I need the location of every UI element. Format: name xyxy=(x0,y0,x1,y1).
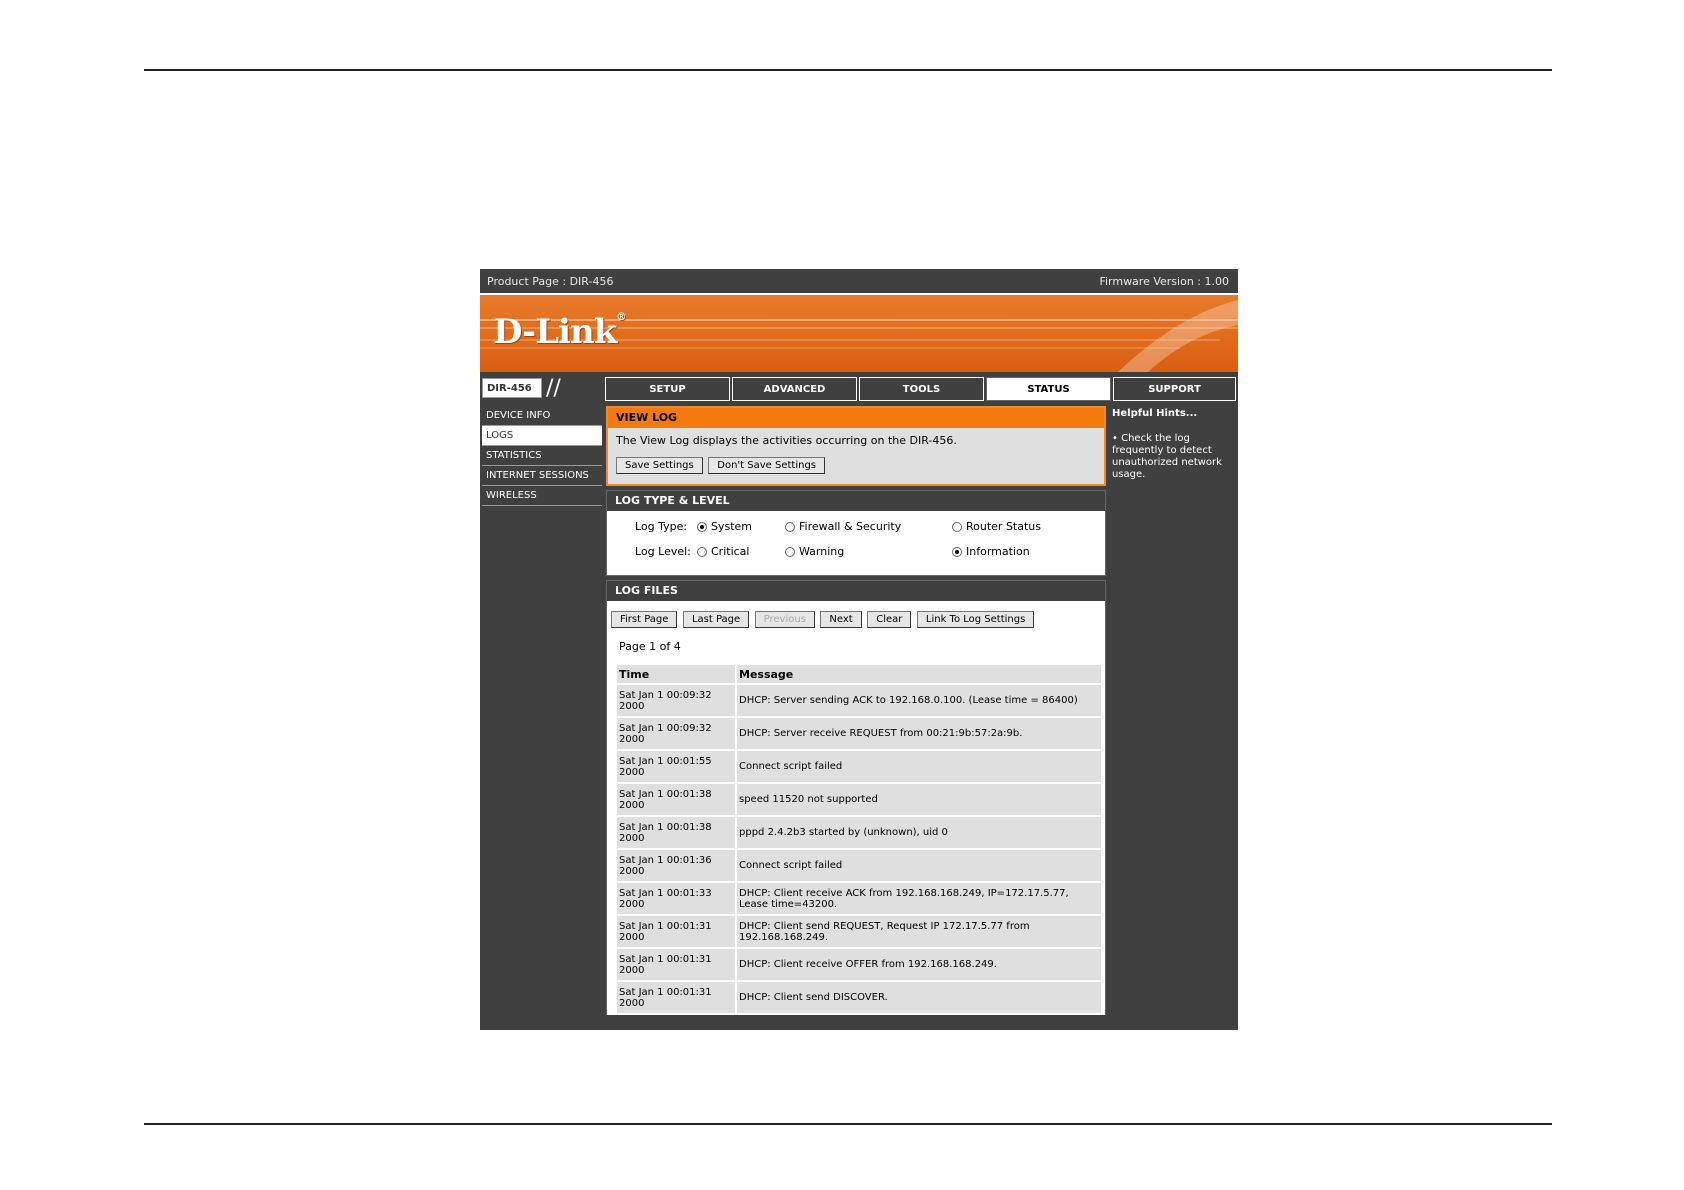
sidebar: DEVICE INFO LOGS STATISTICS INTERNET SES… xyxy=(482,406,602,506)
top-bar: Product Page : DIR-456 Firmware Version … xyxy=(480,269,1238,295)
log-time: Sat Jan 1 00:01:33 2000 xyxy=(617,883,735,914)
log-level-information-option[interactable]: Information xyxy=(952,545,1030,558)
log-type-router-status-option[interactable]: Router Status xyxy=(952,520,1041,533)
log-message: speed 11520 not supported xyxy=(737,784,1101,815)
main-nav: DIR-456 // SETUP ADVANCED TOOLS STATUS S… xyxy=(480,376,1238,402)
log-message: DHCP: Client send DISCOVER. xyxy=(737,982,1101,1013)
log-type-firewall-option[interactable]: Firewall & Security xyxy=(785,520,901,533)
log-time: Sat Jan 1 00:01:36 2000 xyxy=(617,850,735,881)
hints-title: Helpful Hints... xyxy=(1112,408,1198,419)
dlink-logo: D-Link® xyxy=(493,312,626,352)
log-message: pppd 2.4.2b3 started by (unknown), uid 0 xyxy=(737,817,1101,848)
table-row: Sat Jan 1 00:01:38 2000 speed 11520 not s… xyxy=(617,784,1101,815)
log-level-critical-option[interactable]: Critical xyxy=(697,545,749,558)
log-message: DHCP: Client send REQUEST, Request IP 17… xyxy=(737,916,1101,947)
banner-swoosh xyxy=(1118,300,1238,372)
top-rule xyxy=(144,69,1552,71)
log-type-label: Log Type: xyxy=(635,520,688,533)
log-level-row: Log Level: Critical Warning Information xyxy=(607,542,1105,567)
table-row: Sat Jan 1 00:01:33 2000 DHCP: Client rece… xyxy=(617,883,1101,914)
slashes-decoration: // xyxy=(546,376,561,401)
radio-unchecked-icon[interactable] xyxy=(952,522,962,532)
sidebar-item-logs[interactable]: LOGS xyxy=(482,426,602,446)
tab-advanced[interactable]: ADVANCED xyxy=(732,377,857,401)
sidebar-item-wireless[interactable]: WIRELESS xyxy=(482,486,602,506)
table-row: Sat Jan 1 00:01:55 2000 Connect script fa… xyxy=(617,751,1101,782)
log-type-row: Log Type: System Firewall & Security Rou… xyxy=(607,517,1105,542)
column-header-message: Message xyxy=(737,665,1101,683)
previous-button[interactable]: Previous xyxy=(754,611,815,628)
log-files-title: LOG FILES xyxy=(607,581,1105,601)
last-page-button[interactable]: Last Page xyxy=(682,611,750,628)
log-message: DHCP: Server receive REQUEST from 00:21:… xyxy=(737,718,1101,749)
log-message: DHCP: Server sending ACK to 192.168.0.10… xyxy=(737,685,1101,716)
view-log-title: VIEW LOG xyxy=(608,408,1104,428)
log-message: Connect script failed xyxy=(737,850,1101,881)
log-time: Sat Jan 1 00:09:32 2000 xyxy=(617,685,735,716)
tab-setup[interactable]: SETUP xyxy=(605,377,730,401)
bottom-rule xyxy=(144,1123,1552,1125)
column-header-time: Time xyxy=(617,665,735,683)
view-log-panel: VIEW LOG The View Log displays the activ… xyxy=(606,406,1106,486)
clear-button[interactable]: Clear xyxy=(867,611,912,628)
radio-unchecked-icon[interactable] xyxy=(697,547,707,557)
save-settings-button[interactable]: Save Settings xyxy=(616,457,703,474)
log-pager: First Page Last Page Previous Next Clear… xyxy=(611,611,1099,628)
model-label: DIR-456 xyxy=(482,378,542,398)
table-row: Sat Jan 1 00:01:31 2000 DHCP: Client send… xyxy=(617,916,1101,947)
table-row: Sat Jan 1 00:01:36 2000 Connect script fa… xyxy=(617,850,1101,881)
table-row: Sat Jan 1 00:01:31 2000 DHCP: Client rece… xyxy=(617,949,1101,980)
radio-checked-icon[interactable] xyxy=(952,547,962,557)
log-level-warning-option[interactable]: Warning xyxy=(785,545,844,558)
log-time: Sat Jan 1 00:01:31 2000 xyxy=(617,982,735,1013)
view-log-description: The View Log displays the activities occ… xyxy=(616,434,957,447)
brand-banner: D-Link® xyxy=(480,295,1238,372)
hints-text: • Check the log frequently to detect una… xyxy=(1112,433,1222,480)
page-indicator: Page 1 of 4 xyxy=(619,640,681,653)
firmware-version-label: Firmware Version : 1.00 xyxy=(1099,275,1229,288)
tab-tools[interactable]: TOOLS xyxy=(859,377,984,401)
sidebar-item-device-info[interactable]: DEVICE INFO xyxy=(482,406,602,426)
link-to-log-settings-button[interactable]: Link To Log Settings xyxy=(916,611,1035,628)
bullet-icon: • xyxy=(1112,433,1118,444)
log-message: DHCP: Client receive ACK from 192.168.16… xyxy=(737,883,1101,914)
tab-status[interactable]: STATUS xyxy=(986,377,1111,401)
table-row: Sat Jan 1 00:01:38 2000 pppd 2.4.2b3 star… xyxy=(617,817,1101,848)
product-page-label: Product Page : DIR-456 xyxy=(487,275,614,288)
log-time: Sat Jan 1 00:09:32 2000 xyxy=(617,718,735,749)
log-time: Sat Jan 1 00:01:55 2000 xyxy=(617,751,735,782)
log-time: Sat Jan 1 00:01:31 2000 xyxy=(617,916,735,947)
log-table: Time Message Sat Jan 1 00:09:32 2000 DHCP… xyxy=(615,663,1103,1015)
log-message: DHCP: Client receive OFFER from 192.168.… xyxy=(737,949,1101,980)
dont-save-settings-button[interactable]: Don't Save Settings xyxy=(708,457,825,474)
radio-unchecked-icon[interactable] xyxy=(785,547,795,557)
helpful-hints: Helpful Hints... • Check the log frequen… xyxy=(1108,406,1236,481)
sidebar-item-internet-sessions[interactable]: INTERNET SESSIONS xyxy=(482,466,602,486)
radio-checked-icon[interactable] xyxy=(697,522,707,532)
table-row: Sat Jan 1 00:09:32 2000 DHCP: Server rece… xyxy=(617,718,1101,749)
log-files-panel: LOG FILES First Page Last Page Previous … xyxy=(606,580,1106,1015)
table-row: Sat Jan 1 00:09:32 2000 DHCP: Server send… xyxy=(617,685,1101,716)
log-level-label: Log Level: xyxy=(635,545,691,558)
log-time: Sat Jan 1 00:01:31 2000 xyxy=(617,949,735,980)
log-message: Connect script failed xyxy=(737,751,1101,782)
log-table-header: Time Message xyxy=(617,665,1101,683)
log-type-level-title: LOG TYPE & LEVEL xyxy=(607,491,1105,511)
first-page-button[interactable]: First Page xyxy=(611,611,678,628)
log-type-level-panel: LOG TYPE & LEVEL Log Type: System Firewa… xyxy=(606,490,1106,576)
sidebar-item-statistics[interactable]: STATISTICS xyxy=(482,446,602,466)
log-type-system-option[interactable]: System xyxy=(697,520,752,533)
log-time: Sat Jan 1 00:01:38 2000 xyxy=(617,817,735,848)
log-time: Sat Jan 1 00:01:38 2000 xyxy=(617,784,735,815)
table-row: Sat Jan 1 00:01:31 2000 DHCP: Client send… xyxy=(617,982,1101,1013)
main-content: VIEW LOG The View Log displays the activ… xyxy=(606,406,1106,1019)
tab-support[interactable]: SUPPORT xyxy=(1113,377,1236,401)
next-button[interactable]: Next xyxy=(820,611,862,628)
radio-unchecked-icon[interactable] xyxy=(785,522,795,532)
router-admin-screenshot: Product Page : DIR-456 Firmware Version … xyxy=(480,269,1238,1030)
